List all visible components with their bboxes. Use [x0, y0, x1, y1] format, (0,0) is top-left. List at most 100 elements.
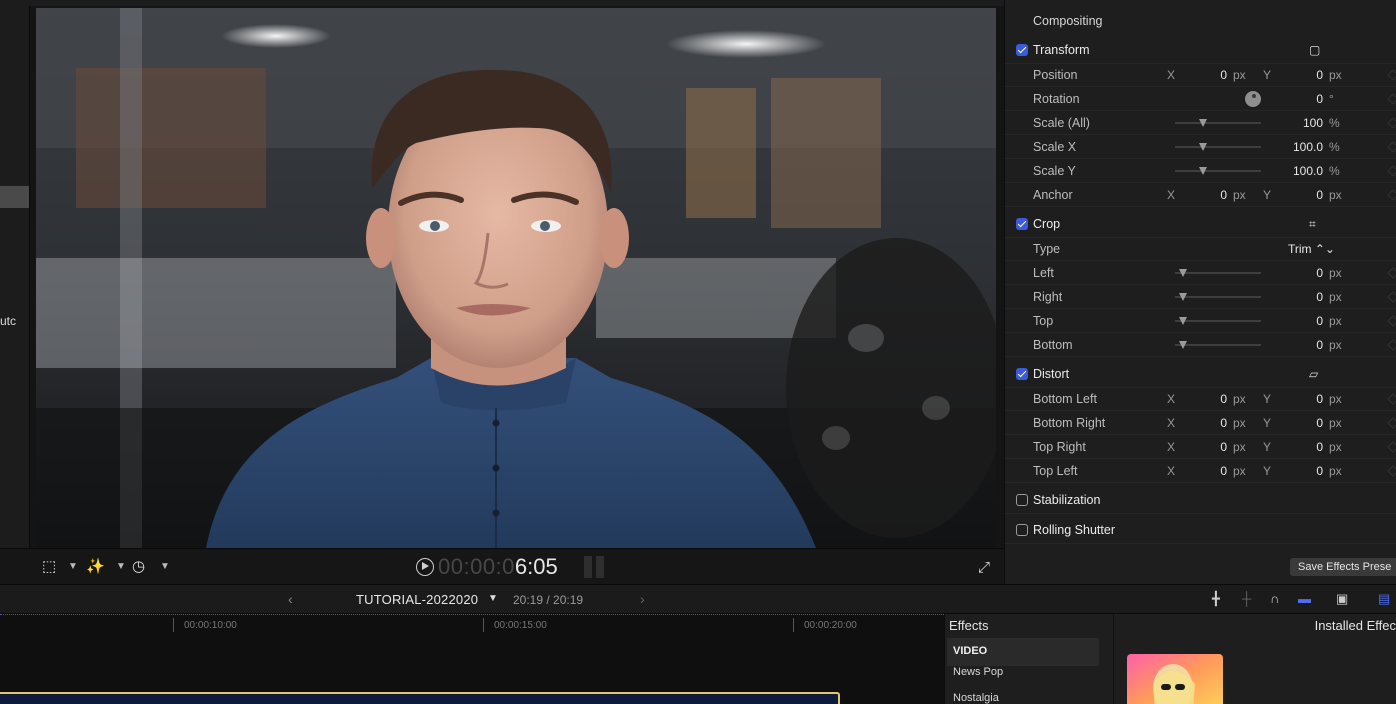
chevron-down-icon[interactable]: ▼ [116, 560, 126, 574]
scale-all-slider[interactable] [1175, 119, 1261, 127]
timecode-display[interactable]: 00:00:0 6:05 [416, 554, 604, 579]
top-right-x-unit: px [1233, 440, 1246, 454]
chevron-down-icon[interactable]: ▼ [488, 593, 498, 604]
stabilization-label: Stabilization [1033, 493, 1101, 507]
project-name[interactable]: TUTORIAL-2022020 [356, 592, 478, 607]
top-right-y-value[interactable]: 0 [1279, 440, 1323, 454]
crop-onscreen-control-icon[interactable]: ⌗ [1309, 217, 1316, 232]
keyframe-icon[interactable] [1387, 267, 1396, 279]
play-icon[interactable] [416, 558, 434, 576]
anchor-x-value[interactable]: 0 [1185, 188, 1227, 202]
keyframe-icon[interactable] [1387, 93, 1396, 105]
slider-knob[interactable] [1179, 269, 1187, 277]
timeline-clip[interactable] [0, 692, 840, 704]
viewer-video-frame[interactable] [36, 8, 996, 548]
history-forward-icon[interactable]: › [640, 591, 645, 607]
crop-checkbox[interactable] [1016, 218, 1028, 230]
save-effects-preset-button[interactable]: Save Effects Prese [1290, 558, 1396, 576]
effect-thumbnail[interactable] [1127, 654, 1223, 704]
transform-label: Transform [1033, 43, 1090, 57]
scale-x-slider[interactable] [1175, 143, 1261, 151]
crop-section-header[interactable]: Crop ⌗ [1005, 210, 1396, 238]
keyframe-icon[interactable] [1387, 141, 1396, 153]
anchor-y-value[interactable]: 0 [1279, 188, 1323, 202]
keyframe-icon[interactable] [1387, 417, 1396, 429]
slider-knob[interactable] [1179, 341, 1187, 349]
rolling-shutter-checkbox[interactable] [1016, 524, 1028, 536]
keyframe-icon[interactable] [1387, 393, 1396, 405]
scale-y-value[interactable]: 100.0 [1255, 164, 1323, 178]
crop-left-unit: px [1329, 266, 1342, 280]
retime-speed-icon[interactable]: ◷ [132, 558, 145, 576]
keyframe-icon[interactable] [1387, 291, 1396, 303]
chevron-down-icon[interactable]: ▼ [160, 560, 170, 574]
slider-knob[interactable] [1199, 167, 1207, 175]
keyframe-icon[interactable] [1387, 315, 1396, 327]
crop-left-slider[interactable] [1175, 269, 1261, 277]
crop-right-unit: px [1329, 290, 1342, 304]
stabilization-checkbox[interactable] [1016, 494, 1028, 506]
sidebar-selected-item[interactable] [0, 186, 29, 208]
keyframe-icon[interactable] [1387, 339, 1396, 351]
transform-onscreen-control-icon[interactable]: ▢ [1309, 43, 1320, 57]
bottom-left-x-value[interactable]: 0 [1185, 392, 1227, 406]
keyframe-icon[interactable] [1387, 189, 1396, 201]
position-x-value[interactable]: 0 [1185, 68, 1227, 82]
history-back-icon[interactable]: ‹ [288, 591, 293, 607]
skimming-icon[interactable]: ╋ [1212, 591, 1220, 607]
slider-knob[interactable] [1179, 293, 1187, 301]
crop-right-slider[interactable] [1175, 293, 1261, 301]
slider-knob[interactable] [1199, 119, 1207, 127]
browser-toggle-icon[interactable]: ▤ [1378, 591, 1390, 607]
top-right-y-label: Y [1263, 440, 1272, 454]
distort-onscreen-control-icon[interactable]: ▱ [1309, 367, 1318, 381]
keyframe-icon[interactable] [1387, 441, 1396, 453]
scale-x-value[interactable]: 100.0 [1255, 140, 1323, 154]
rolling-shutter-section-header[interactable]: Rolling Shutter [1005, 516, 1396, 544]
effects-category-video[interactable]: VIDEO [947, 638, 1099, 666]
fullscreen-icon[interactable]: ⤢ [978, 559, 990, 576]
crop-bottom-slider[interactable] [1175, 341, 1261, 349]
slider-knob[interactable] [1179, 317, 1187, 325]
rotation-value[interactable]: 0 [1255, 92, 1323, 106]
crop-top-value[interactable]: 0 [1255, 314, 1323, 328]
snapping-icon[interactable]: ▬ [1298, 591, 1311, 606]
bottom-left-y-value[interactable]: 0 [1279, 392, 1323, 406]
scale-all-value[interactable]: 100 [1255, 116, 1323, 130]
ruler-tick [793, 618, 794, 632]
stabilization-section-header[interactable]: Stabilization [1005, 486, 1396, 514]
keyframe-icon[interactable] [1387, 69, 1396, 81]
distort-checkbox[interactable] [1016, 368, 1028, 380]
crop-top-slider[interactable] [1175, 317, 1261, 325]
slider-knob[interactable] [1199, 143, 1207, 151]
audio-skimming-icon[interactable]: ┼ [1242, 591, 1251, 606]
distort-section-header[interactable]: Distort ▱ [1005, 360, 1396, 388]
crop-left-value[interactable]: 0 [1255, 266, 1323, 280]
bottom-right-y-value[interactable]: 0 [1279, 416, 1323, 430]
position-y-value[interactable]: 0 [1279, 68, 1323, 82]
headphones-icon[interactable]: ∩ [1270, 591, 1279, 606]
transform-checkbox[interactable] [1016, 44, 1028, 56]
transform-crop-tool-icon[interactable]: ⬚ [42, 558, 56, 576]
effects-list-item[interactable]: Nostalgia [953, 692, 999, 704]
top-left-x-value[interactable]: 0 [1185, 464, 1227, 478]
keyframe-icon[interactable] [1387, 165, 1396, 177]
top-right-x-value[interactable]: 0 [1185, 440, 1227, 454]
transform-section-header[interactable]: Transform ▢ [1005, 36, 1396, 64]
timeline-ruler[interactable]: 00:00:10:00 00:00:15:00 00:00:20:00 [0, 614, 944, 632]
bottom-right-y-unit: px [1329, 416, 1342, 430]
clip-appearance-icon[interactable]: ▣ [1336, 591, 1348, 607]
scale-y-slider[interactable] [1175, 167, 1261, 175]
enhance-wand-icon[interactable]: ✨ [86, 558, 105, 576]
keyframe-icon[interactable] [1387, 117, 1396, 129]
crop-type-popup[interactable]: Trim ⌃⌄ [1245, 242, 1335, 256]
timeline-area[interactable]: 00:00:10:00 00:00:15:00 00:00:20:00 [0, 614, 944, 704]
bottom-right-x-value[interactable]: 0 [1185, 416, 1227, 430]
top-left-y-value[interactable]: 0 [1279, 464, 1323, 478]
scale-all-row: Scale (All) 100 % [1005, 111, 1396, 135]
effects-list-item[interactable]: News Pop [953, 666, 1003, 678]
crop-bottom-value[interactable]: 0 [1255, 338, 1323, 352]
crop-right-value[interactable]: 0 [1255, 290, 1323, 304]
keyframe-icon[interactable] [1387, 465, 1396, 477]
chevron-down-icon[interactable]: ▼ [68, 560, 78, 574]
